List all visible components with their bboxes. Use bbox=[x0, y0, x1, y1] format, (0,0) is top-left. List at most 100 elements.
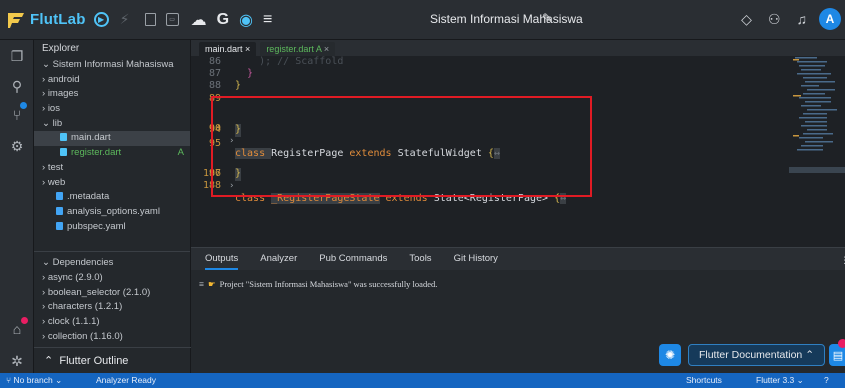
tree-item-project[interactable]: ⌄ Sistem Informasi Mahasiswa bbox=[34, 58, 190, 73]
tree-item-label: lib bbox=[52, 117, 63, 129]
chatgpt-icon: ✺ bbox=[664, 348, 676, 362]
flutlab-window: FlutLab ▶ ⚡ ▭ ☁ G ◉ ≡ Sistem Informasi M… bbox=[0, 0, 845, 388]
tab-git-history[interactable]: Git History bbox=[454, 248, 498, 270]
tree-item-pubspec[interactable]: pubspec.yaml bbox=[34, 220, 190, 235]
tree-item-test[interactable]: › test bbox=[34, 161, 190, 176]
tree-item-label: Sistem Informasi Mahasiswa bbox=[52, 59, 174, 70]
dependency-item[interactable]: › clock (1.1.1) bbox=[34, 315, 190, 330]
dependency-item[interactable]: › boolean_selector (2.1.0) bbox=[34, 286, 190, 301]
code-text: } bbox=[235, 68, 254, 79]
docs-button-label: Flutter Documentation bbox=[698, 349, 803, 361]
tab-main-dart[interactable]: main.dart × bbox=[199, 42, 257, 56]
record-icon[interactable]: ◉ bbox=[239, 10, 253, 30]
file-icon bbox=[56, 221, 63, 230]
tab-tools[interactable]: Tools bbox=[409, 248, 431, 270]
flutter-outline-toggle[interactable]: ⌃ Flutter Outline bbox=[34, 347, 191, 373]
cloud-icon[interactable]: ☁ bbox=[191, 10, 207, 30]
minimap[interactable] bbox=[789, 55, 845, 185]
tab-label: main.dart bbox=[205, 44, 243, 54]
tree-item-label: test bbox=[47, 161, 64, 173]
tree-item-label: clock (1.1.1) bbox=[47, 316, 100, 327]
tree-item-label: analysis_options.yaml bbox=[67, 205, 160, 217]
dependencies-header[interactable]: ⌄ Dependencies bbox=[34, 256, 190, 271]
run-icon[interactable]: ▶ bbox=[93, 12, 109, 27]
tree-item-label: .metadata bbox=[67, 191, 110, 203]
pointing-hand-icon: ☛ bbox=[207, 279, 216, 289]
flutter-version-selector[interactable]: Flutter 3.3 ⌄ bbox=[756, 373, 804, 388]
tab-label: register.dart A bbox=[266, 44, 322, 54]
tree-item-web[interactable]: › web bbox=[34, 176, 190, 191]
google-icon[interactable]: G bbox=[217, 11, 229, 29]
close-icon[interactable]: × bbox=[245, 44, 250, 54]
flutter-outline-label: Flutter Outline bbox=[59, 355, 129, 367]
dependency-item[interactable]: › characters (1.2.1) bbox=[34, 300, 190, 315]
editor-tabs: main.dart × register.dart A × bbox=[191, 40, 845, 56]
tree-item-label: android bbox=[47, 73, 80, 85]
branch-selector[interactable]: ⑂ No branch ⌄ bbox=[6, 373, 62, 388]
status-bar: ⑂ No branch ⌄ Analyzer Ready Shortcuts F… bbox=[0, 373, 845, 388]
flash-icon[interactable]: ⚡ bbox=[115, 10, 135, 30]
extension-badge bbox=[21, 317, 28, 324]
git-added-badge: A bbox=[177, 147, 184, 159]
line-number: 87 bbox=[208, 68, 221, 79]
tree-item-analysis-options[interactable]: analysis_options.yaml bbox=[34, 205, 190, 220]
line-number: 88 bbox=[208, 80, 221, 91]
tab-pub-commands[interactable]: Pub Commands bbox=[319, 248, 387, 270]
panel-more-icon[interactable]: ⋮ bbox=[840, 255, 845, 266]
help-icon[interactable]: ? bbox=[824, 373, 829, 388]
bell-icon[interactable]: ♫ bbox=[797, 11, 808, 27]
source-control-icon[interactable]: ⑂ bbox=[8, 107, 26, 123]
tree-item-images[interactable]: › images bbox=[34, 87, 190, 102]
line-number: 86 bbox=[208, 56, 221, 67]
tree-item-android[interactable]: › android bbox=[34, 73, 190, 88]
tree-item-label: async (2.9.0) bbox=[47, 271, 103, 283]
chat-notification-badge bbox=[838, 339, 845, 348]
layers-icon[interactable]: ◇ bbox=[741, 11, 752, 28]
tree-item-label: images bbox=[47, 88, 79, 100]
shortcuts-button[interactable]: Shortcuts bbox=[686, 373, 722, 388]
avatar[interactable]: A bbox=[819, 8, 841, 30]
explorer-header: Explorer bbox=[42, 43, 80, 54]
close-icon[interactable]: × bbox=[324, 44, 329, 54]
branch-icon: ⑂ bbox=[6, 375, 12, 385]
menu-icon: ≡ bbox=[199, 279, 204, 289]
tree-item-register-dart[interactable]: register.dart A bbox=[34, 146, 190, 161]
flutlab-logo-icon bbox=[8, 12, 24, 28]
tree-item-label: characters (1.2.1) bbox=[47, 301, 123, 313]
pencil-icon[interactable]: ✎ bbox=[542, 11, 552, 25]
project-title: Sistem Informasi Mahasiswa bbox=[430, 12, 583, 26]
tab-analyzer[interactable]: Analyzer bbox=[260, 248, 297, 270]
device-icon[interactable]: ▭ bbox=[165, 13, 179, 26]
settings-icon[interactable]: ⚙ bbox=[8, 138, 26, 155]
code-text: } bbox=[235, 80, 242, 91]
tree-item-lib[interactable]: ⌄ lib bbox=[34, 117, 190, 132]
add-user-icon[interactable]: ⚇ bbox=[768, 11, 781, 28]
tree-item-main-dart[interactable]: main.dart bbox=[34, 131, 190, 147]
code-text: ); // Scaffold bbox=[235, 56, 344, 67]
dart-file-icon bbox=[60, 148, 67, 157]
tree-item-ios[interactable]: › ios bbox=[34, 102, 190, 117]
explorer-divider bbox=[34, 251, 190, 253]
dependency-item[interactable]: › collection (1.16.0) bbox=[34, 330, 190, 345]
tree-item-label: main.dart bbox=[71, 132, 111, 144]
source-control-badge bbox=[20, 102, 27, 109]
chatgpt-button[interactable]: ✺ bbox=[659, 344, 681, 366]
flutter-version-label: Flutter 3.3 bbox=[756, 375, 795, 385]
tree-item-metadata[interactable]: .metadata bbox=[34, 190, 190, 205]
stop-icon[interactable] bbox=[144, 13, 156, 26]
flutlab-logo[interactable]: FlutLab bbox=[6, 10, 86, 30]
debug-icon[interactable]: ✲ bbox=[8, 353, 26, 370]
chevron-up-icon: ⌃ bbox=[44, 355, 54, 367]
search-icon[interactable]: ⚲ bbox=[8, 78, 26, 95]
flutter-documentation-button[interactable]: Flutter Documentation ⌃ bbox=[688, 344, 825, 366]
top-right-actions: ◇ ⚇ ♫ A bbox=[725, 8, 841, 30]
dependency-item[interactable]: › async (2.9.0) bbox=[34, 271, 190, 286]
tree-item-label: pubspec.yaml bbox=[67, 220, 126, 232]
tree-item-label: collection (1.16.0) bbox=[47, 330, 123, 342]
file-icon bbox=[56, 206, 63, 215]
branch-label: No branch bbox=[13, 375, 53, 385]
menu-icon[interactable]: ≡ bbox=[263, 11, 272, 29]
tab-outputs[interactable]: Outputs bbox=[205, 248, 239, 270]
files-icon[interactable]: ❐ bbox=[8, 48, 26, 65]
tab-register-dart[interactable]: register.dart A × bbox=[260, 42, 336, 56]
